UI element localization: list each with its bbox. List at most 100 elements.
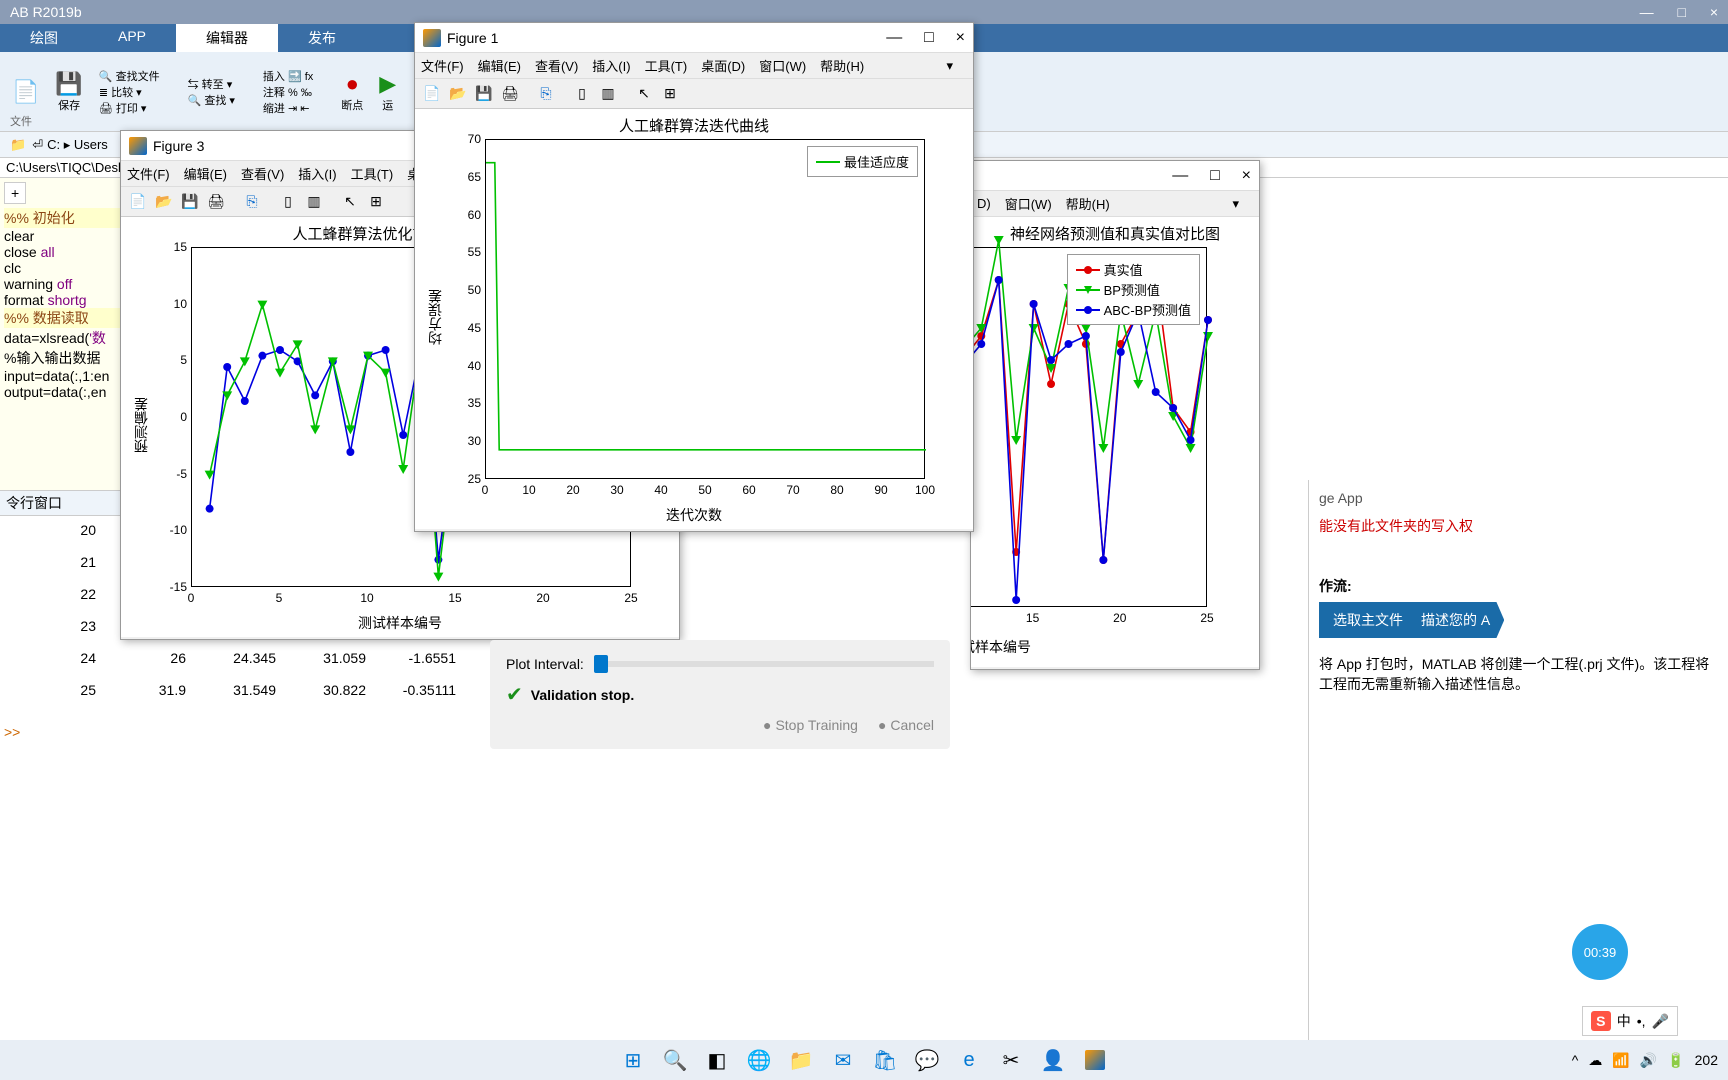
wechat-icon[interactable]: 💬 [913,1046,941,1074]
taskview-button[interactable]: ◧ [703,1046,731,1074]
dialog-buttons: Stop Training Cancel [506,717,934,733]
find-item[interactable]: 🔍 查找 ▾ [188,92,235,108]
menu-help[interactable]: 帮助(H) [1066,194,1110,213]
newfile-icon[interactable]: 📄 [12,79,39,105]
close-button[interactable]: × [1710,4,1718,20]
ie-icon[interactable]: e [955,1046,983,1074]
menu-window[interactable]: 窗口(W) [759,56,806,75]
menu-desktop[interactable]: 桌面(D) [701,56,745,75]
ime-mic-icon[interactable]: 🎤 [1652,1013,1669,1030]
new-icon[interactable]: 📄 [421,83,443,105]
save-icon[interactable]: 💾 [473,83,495,105]
fig4-min[interactable]: — [1172,167,1188,184]
menu-file[interactable]: 文件(F) [127,164,170,183]
tray-wifi-icon[interactable]: 📶 [1612,1052,1629,1069]
insert-item[interactable]: 插入 🔜 fx [263,68,313,84]
minimize-button[interactable]: — [1640,4,1654,20]
sogou-icon: S [1591,1011,1611,1031]
dropdown-icon[interactable]: ▾ [946,58,953,74]
menu-tools[interactable]: 工具(T) [351,164,394,183]
stop-training-button[interactable]: Stop Training [763,717,858,733]
tray-volume-icon[interactable]: 🔊 [1640,1052,1657,1069]
run-group[interactable]: ▶ 运 [379,71,396,113]
step-describe[interactable]: 描述您的 A [1407,602,1504,638]
switch-icon[interactable]: 👤 [1039,1046,1067,1074]
search-button[interactable]: 🔍 [661,1046,689,1074]
menu-insert[interactable]: 插入(I) [592,56,630,75]
insert-icon[interactable]: ⊞ [365,191,387,213]
ribbon-tab-editor[interactable]: 编辑器 [176,24,278,52]
link-icon[interactable]: ⎘ [241,191,263,213]
ime-punct[interactable]: •, [1637,1013,1646,1029]
menu-edit[interactable]: 编辑(E) [184,164,227,183]
menu-file[interactable]: 文件(F) [421,56,464,75]
menu-view[interactable]: 查看(V) [241,164,284,183]
matlab-icon[interactable] [1081,1046,1109,1074]
ribbon-tab-app[interactable]: APP [88,24,176,52]
layout1-icon[interactable]: ▯ [277,191,299,213]
breakpoint-group[interactable]: ● 断点 [341,71,363,113]
fig4-titlebar[interactable]: — □ × [971,161,1259,191]
editor-tab-add[interactable]: + [4,182,26,204]
menu-window[interactable]: 窗口(W) [1005,194,1052,213]
figure-4-window[interactable]: — □ × D) 窗口(W) 帮助(H) ▾ 神经网络预测值和真实值对比图 真实… [970,160,1260,670]
print-item[interactable]: 🖨 打印 ▾ [99,100,147,116]
layout2-icon[interactable]: ▥ [597,83,619,105]
insert-icon[interactable]: ⊞ [659,83,681,105]
fig1-max[interactable]: □ [924,29,934,46]
layout2-icon[interactable]: ▥ [303,191,325,213]
addr-path: C: ▸ Users [47,137,108,153]
ime-mode[interactable]: 中 [1617,1011,1631,1031]
pointer-icon[interactable]: ↖ [633,83,655,105]
cmd-prompt[interactable]: >> [0,720,500,744]
fig1-min[interactable]: — [886,29,902,46]
findfile-item[interactable]: 🔍 查找文件 [99,68,160,84]
fig1-titlebar[interactable]: Figure 1 — □ × [415,23,973,53]
fig4-close[interactable]: × [1242,167,1251,184]
print-icon[interactable]: 🖨 [499,83,521,105]
maximize-button[interactable]: □ [1677,4,1685,20]
ribbon-tab-publish[interactable]: 发布 [278,24,366,52]
figure-1-window[interactable]: Figure 1 — □ × 文件(F) 编辑(E) 查看(V) 插入(I) 工… [414,22,974,532]
start-button[interactable]: ⊞ [619,1046,647,1074]
compare-item[interactable]: ≣ 比较 ▾ [99,84,142,100]
dropdown-icon[interactable]: ▾ [1232,196,1239,212]
fig1-close[interactable]: × [956,29,965,46]
menu-tools[interactable]: 工具(T) [645,56,688,75]
menu-edit[interactable]: 编辑(E) [478,56,521,75]
open-icon[interactable]: 📂 [153,191,175,213]
fig1-plot: 人工蜂群算法迭代曲线 均方误差 最佳适应度 253035404550556065… [415,109,973,529]
tray-time[interactable]: 202 [1695,1052,1718,1068]
snip-icon[interactable]: ✂ [997,1046,1025,1074]
step-select-file[interactable]: 选取主文件 [1319,602,1417,638]
open-icon[interactable]: 📂 [447,83,469,105]
mail-icon[interactable]: ✉ [829,1046,857,1074]
ribbon-tab-plot[interactable]: 绘图 [0,24,88,52]
comment-item[interactable]: 注释 % ‰ [263,84,312,100]
fig4-max[interactable]: □ [1210,167,1220,184]
save-icon[interactable]: 💾 [179,191,201,213]
indent-item[interactable]: 缩进 ⇥ ⇤ [263,100,310,116]
store-icon[interactable]: 🛍 [871,1046,899,1074]
pointer-icon[interactable]: ↖ [339,191,361,213]
goto-item[interactable]: ⇆ 转至 ▾ [188,76,233,92]
ime-bar[interactable]: S 中 •, 🎤 [1582,1006,1678,1036]
tray-cloud-icon[interactable]: ☁ [1588,1052,1602,1069]
link-icon[interactable]: ⎘ [535,83,557,105]
cancel-button[interactable]: Cancel [878,717,934,733]
new-icon[interactable]: 📄 [127,191,149,213]
menu-view[interactable]: 查看(V) [535,56,578,75]
tray-chevron[interactable]: ^ [1572,1052,1579,1068]
explorer-icon[interactable]: 📁 [787,1046,815,1074]
print-icon[interactable]: 🖨 [205,191,227,213]
save-group[interactable]: 💾 保存 [55,71,82,113]
tray-battery-icon[interactable]: 🔋 [1667,1052,1684,1069]
menu-insert[interactable]: 插入(I) [298,164,336,183]
menu-d[interactable]: D) [977,196,991,211]
edge-icon[interactable]: 🌐 [745,1046,773,1074]
menu-help[interactable]: 帮助(H) [820,56,864,75]
layout1-icon[interactable]: ▯ [571,83,593,105]
slider-thumb[interactable] [594,655,608,673]
up-icon[interactable]: ⏎ [32,137,43,153]
interval-slider[interactable] [594,661,934,667]
